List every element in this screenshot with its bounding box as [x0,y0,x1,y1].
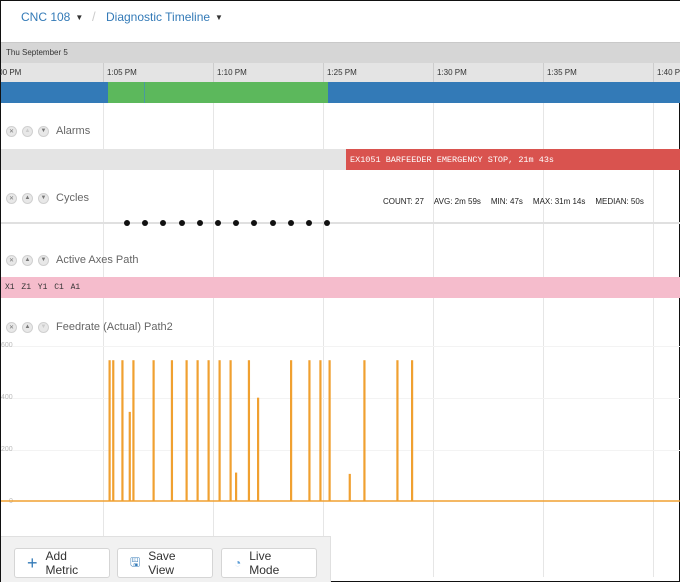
cycles-title: Cycles [56,192,90,204]
view-selector[interactable]: Diagnostic Timeline ▼ [106,10,223,24]
time-axis[interactable]: :00 PM 1:05 PM 1:10 PM 1:25 PM 1:30 PM 1… [0,63,680,82]
move-down-icon[interactable]: ▼ [38,321,49,333]
cycle-dot[interactable] [178,220,185,226]
feedrate-spike [363,360,366,501]
feedrate-spike [257,397,260,501]
remove-row-icon[interactable]: ✕ [6,192,17,204]
machine-state-bar[interactable] [1,82,680,103]
save-icon: 🖫 [130,554,141,569]
move-up-icon[interactable]: ▲ [22,192,33,204]
feedrate-spike [108,360,111,501]
save-view-label: Save View [148,549,176,577]
cycle-stats: COUNT: 27 AVG: 2m 59s MIN: 47s MAX: 31m … [383,197,644,206]
active-axes-bar[interactable]: X1 Z1 Y1 C1 A1 [1,277,680,298]
live-mode-label: Live Mode [249,549,280,577]
axes-title: Active Axes Path [56,254,139,266]
cycle-dot[interactable] [306,220,312,226]
feedrate-spike [207,360,210,501]
feedrate-spike [308,360,311,501]
view-name: Diagnostic Timeline [106,10,211,24]
save-view-button[interactable]: 🖫 Save View [117,548,213,578]
feedrate-spike [152,360,155,501]
top-bar: CNC 108 ▼ / Diagnostic Timeline ▼ [1,1,680,42]
machine-name: CNC 108 [21,10,71,24]
feedrate-spike [128,411,131,501]
cycle-dot[interactable] [251,220,258,226]
feedrate-title: Feedrate (Actual) Path2 [56,321,173,333]
add-metric-label: Add Metric [45,549,79,577]
alarms-title: Alarms [56,125,91,137]
feedrate-spike [196,360,199,501]
feedrate-spike [247,360,251,501]
feedrate-spike [229,360,232,501]
time-tick: 1:25 PM [323,63,357,82]
stat-avg: AVG: 2m 59s [433,197,481,206]
feedrate-spike [235,472,238,501]
stat-median: MEDIAN: 50s [595,197,644,206]
speedometer-icon: ◔ [234,556,242,570]
cycles-row-header: ✕ ▲ ▼ Cycles [6,192,89,204]
time-tick: :00 PM [0,68,22,77]
alarm-event[interactable]: EX1051 BARFEEDER EMERGENCY STOP, 21m 43s [346,149,680,170]
feedrate-spike [121,360,124,501]
stat-count: COUNT: 27 [383,197,424,206]
remove-row-icon[interactable]: ✕ [6,321,17,333]
cycle-dot[interactable] [269,220,276,226]
move-up-icon[interactable]: ▲ [22,321,33,333]
feedrate-spike [132,360,135,501]
machine-selector[interactable]: CNC 108 ▼ [21,10,83,24]
cycles-track [1,222,680,224]
move-down-icon[interactable]: ▼ [38,254,49,266]
feedrate-spike [185,360,188,501]
axes-row-header: ✕ ▲ ▼ Active Axes Path [6,254,139,266]
stat-min: MIN: 47s [490,197,523,206]
state-segment-active[interactable] [145,82,328,103]
move-down-icon[interactable]: ▼ [38,192,49,204]
live-mode-button[interactable]: ◔ Live Mode [221,548,317,578]
state-segment-active[interactable] [108,82,144,103]
cycle-dot[interactable] [196,220,203,226]
feedrate-spike [290,360,293,501]
plus-icon: + [27,552,38,573]
time-tick: 1:40 PM [653,63,680,82]
cycle-dot[interactable] [142,220,149,226]
cycle-dot[interactable] [160,220,167,226]
cycle-dot[interactable] [233,220,240,226]
feedrate-spike [396,360,399,501]
feedrate-spike [218,360,221,501]
remove-row-icon[interactable]: ✕ [6,254,17,266]
time-tick: 1:30 PM [433,63,467,82]
feedrate-spike [411,360,414,501]
move-up-icon[interactable]: ▲ [22,125,33,137]
add-metric-button[interactable]: + Add Metric [14,548,110,578]
remove-row-icon[interactable]: ✕ [6,125,17,137]
caret-down-icon: ▼ [215,12,223,22]
move-down-icon[interactable]: ▼ [38,125,49,137]
footer-toolbar: + Add Metric 🖫 Save View ◔ Live Mode [1,536,331,582]
cycle-dot[interactable] [124,220,130,226]
time-tick: 1:35 PM [543,63,577,82]
time-tick: 1:10 PM [213,63,247,82]
caret-down-icon: ▼ [75,12,84,22]
breadcrumb-separator: / [92,9,96,24]
time-tick: 1:05 PM [103,63,137,82]
cycle-dot[interactable] [324,220,331,226]
feedrate-spike [319,360,322,501]
date-band: Thu September 5 [1,42,680,63]
feedrate-spike [348,473,351,501]
feedrate-spike [170,360,174,501]
feedrate-chart[interactable] [1,341,680,511]
move-up-icon[interactable]: ▲ [22,254,33,266]
date-label: Thu September 5 [6,48,68,57]
cycle-dot[interactable] [287,220,294,226]
feedrate-spike [112,360,115,501]
feedrate-spike [328,360,331,501]
alarms-row-header: ✕ ▲ ▼ Alarms [6,125,90,137]
stat-max: MAX: 31m 14s [532,197,586,206]
feedrate-row-header: ✕ ▲ ▼ Feedrate (Actual) Path2 [6,321,173,333]
cycle-dot[interactable] [215,220,221,226]
